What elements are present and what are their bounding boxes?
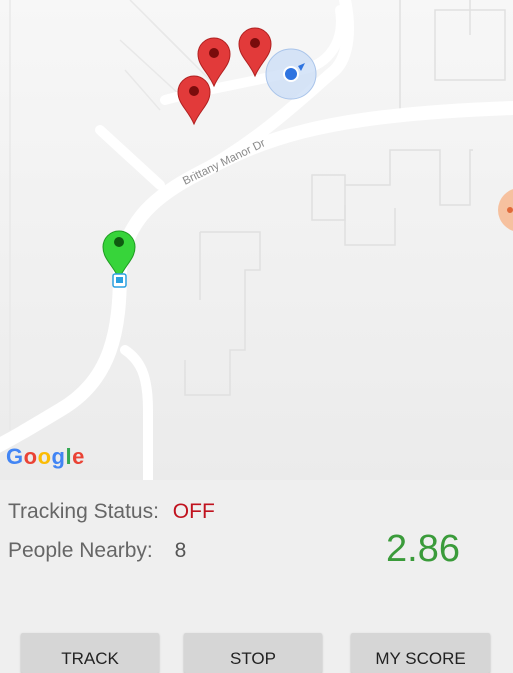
people-nearby-row: People Nearby: 8 [8,539,186,563]
google-attribution: Google [6,444,85,469]
my-score-button[interactable]: MY SCORE [351,633,490,673]
score-value: 2.86 [386,528,460,570]
tracking-status-value: OFF [172,500,215,523]
bus-stop-icon[interactable] [112,273,127,288]
tracking-status-row: Tracking Status: OFF [8,500,215,524]
google-logo: Google [6,444,85,470]
my-location-marker [265,48,317,100]
stop-button[interactable]: STOP [184,633,322,673]
map-canvas: Brittany Manor Dr [0,0,513,480]
tracking-status-label: Tracking Status: [8,500,159,523]
people-nearby-count: 8 [174,539,187,562]
map-view[interactable]: Brittany Manor Dr Google [0,0,513,480]
track-button[interactable]: TRACK [21,633,159,673]
people-nearby-label: People Nearby: [8,539,153,562]
